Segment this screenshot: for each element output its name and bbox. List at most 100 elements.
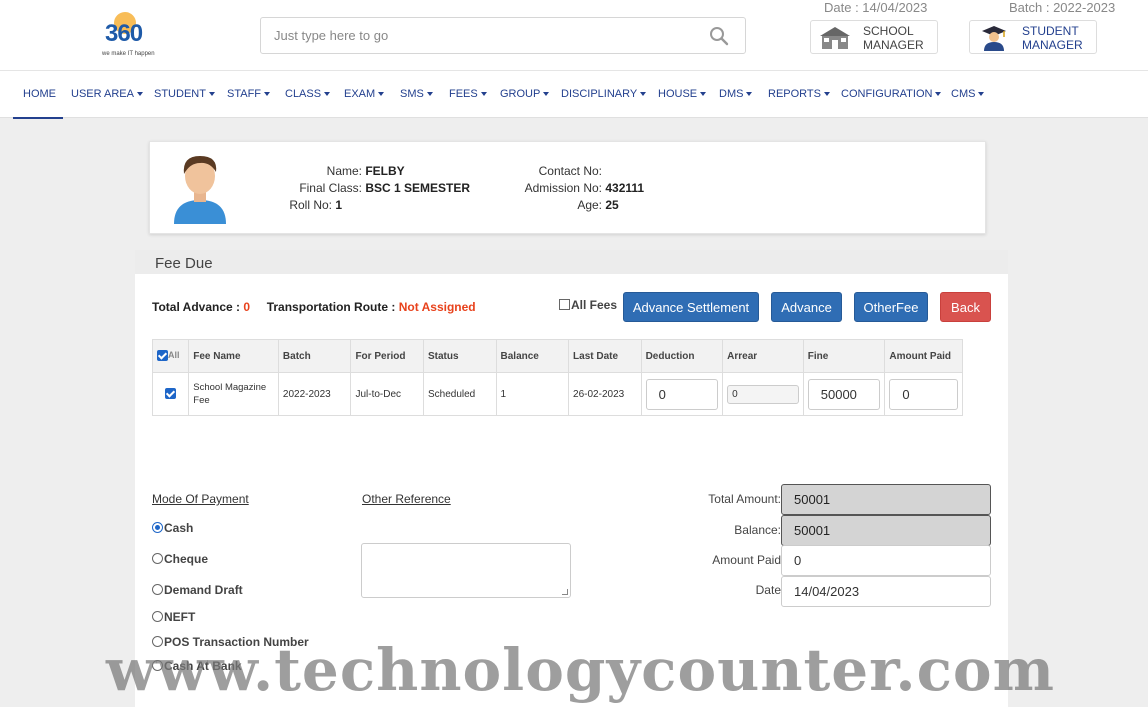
caret-down-icon [935,92,942,97]
row-select[interactable] [151,372,190,416]
cell-period: Jul-to-Dec [350,372,424,416]
col-arrear: Arrear [722,339,804,373]
nav-configuration[interactable]: CONFIGURATION [841,88,942,100]
student-age: 25 [605,198,619,212]
arrear-input[interactable]: 0 [727,384,799,404]
student-avatar-icon [174,156,226,224]
fee-table: All Fee Name Batch For Period Status Bal… [151,339,963,416]
cell-last-date: 26-02-2023 [568,372,642,416]
nav-dms[interactable]: DMS [719,88,753,100]
caret-down-icon [324,92,331,97]
date-field[interactable]: 14/04/2023 [781,576,991,607]
advance-button[interactable]: Advance [771,292,842,322]
student-roll-row: Roll No: 1 [289,198,343,212]
checkbox-icon[interactable] [559,299,570,310]
caret-down-icon [136,92,143,97]
nav-user-area[interactable]: USER AREA [71,88,143,100]
nav-fees[interactable]: FEES [449,88,487,100]
current-batch: Batch : 2022-2023 [1009,0,1116,15]
payment-option-pos[interactable]: POS Transaction Number [152,635,309,649]
student-profile-card: Name: FELBY Final Class: BSC 1 SEMESTER … [149,141,986,234]
main-nav: HOME USER AREA STUDENT STAFF CLASS EXAM … [0,70,1148,119]
row-amount-paid-input[interactable]: 0 [889,378,958,410]
cell-batch: 2022-2023 [277,372,352,416]
mode-of-payment-label: Mode Of Payment [152,492,249,506]
deduction-input[interactable]: 0 [645,378,719,410]
student-manager-button[interactable]: STUDENT MANAGER [969,20,1097,54]
nav-house[interactable]: HOUSE [658,88,707,100]
logo-tagline: we make IT happen [102,51,155,57]
back-button[interactable]: Back [940,292,991,322]
resize-grip-icon[interactable] [562,589,568,595]
all-fees-checkbox[interactable]: All Fees [559,298,617,312]
radio-icon [152,660,163,671]
payment-option-demand-draft[interactable]: Demand Draft [152,583,243,597]
search-icon[interactable] [709,26,729,46]
student-class-row: Final Class: BSC 1 SEMESTER [299,181,471,195]
col-batch: Batch [277,339,352,373]
fine-input[interactable]: 50000 [807,378,881,410]
student-admission-row: Admission No: 432111 [524,181,645,195]
radio-icon [152,584,163,595]
other-fee-button[interactable]: OtherFee [854,292,928,322]
nav-disciplinary[interactable]: DISCIPLINARY [561,88,647,100]
other-reference-textarea[interactable] [361,543,571,598]
payment-option-cash[interactable]: Cash [152,521,193,535]
student-roll: 1 [335,198,343,212]
student-class: BSC 1 SEMESTER [365,181,471,195]
total-amount-label: Total Amount: [708,492,781,506]
nav-cms[interactable]: CMS [951,88,985,100]
caret-down-icon [480,92,487,97]
fee-due-header: Fee Due [135,250,1008,274]
student-name-row: Name: FELBY [326,164,405,178]
amount-paid-label: Amount Paid [712,553,781,567]
cell-balance: 1 [495,372,570,416]
col-fine: Fine [802,339,886,373]
advance-settlement-button[interactable]: Advance Settlement [623,292,759,322]
nav-class[interactable]: CLASS [285,88,331,100]
amount-paid-field[interactable]: 0 [781,545,991,576]
cell-amount-paid: 0 [884,372,963,416]
col-deduction: Deduction [640,339,724,373]
cell-status: Scheduled [422,372,497,416]
student-manager-label: STUDENT MANAGER [1022,24,1083,52]
payment-option-neft[interactable]: NEFT [152,610,195,624]
search-input[interactable] [272,27,692,44]
student-contact-row: Contact No: [538,164,602,178]
select-all-header[interactable]: All [151,339,190,373]
cell-deduction: 0 [640,372,724,416]
caret-down-icon [208,92,215,97]
balance-field: 50001 [781,515,991,546]
fee-table-header: All Fee Name Batch For Period Status Bal… [151,339,963,373]
school-manager-label: SCHOOL MANAGER [863,24,924,52]
table-row: School Magazine Fee 2022-2023 Jul-to-Dec… [151,372,963,416]
nav-exam[interactable]: EXAM [344,88,385,100]
cell-fine: 50000 [802,372,886,416]
school-manager-button[interactable]: SCHOOL MANAGER [810,20,938,54]
caret-down-icon [426,92,433,97]
nav-group[interactable]: GROUP [500,88,550,100]
col-amount-paid: Amount Paid [884,339,963,373]
caret-down-icon [700,92,707,97]
student-name: FELBY [365,164,405,178]
payment-option-cheque[interactable]: Cheque [152,552,208,566]
route-value: Not Assigned [398,300,476,314]
fee-due-panel: Fee Due Total Advance : 0 Transportation… [135,250,1008,707]
nav-reports[interactable]: REPORTS [768,88,830,100]
student-age-row: Age: 25 [577,198,619,212]
nav-student[interactable]: STUDENT [154,88,215,100]
app-logo[interactable]: 360 we make IT happen [100,10,162,62]
radio-selected-icon [152,522,163,533]
nav-home[interactable]: HOME [13,71,63,119]
fee-due-title: Fee Due [155,255,213,272]
nav-staff[interactable]: STAFF [227,88,271,100]
caret-down-icon [640,92,647,97]
nav-sms[interactable]: SMS [400,88,433,100]
cell-fee-name: School Magazine Fee [188,372,279,416]
checkbox-checked-icon[interactable] [165,388,177,400]
global-search[interactable] [260,17,746,54]
radio-icon [152,611,163,622]
date-label: Date [755,583,781,597]
payment-option-cash-at-bank[interactable]: Cash At Bank [152,659,242,673]
radio-icon [152,553,163,564]
